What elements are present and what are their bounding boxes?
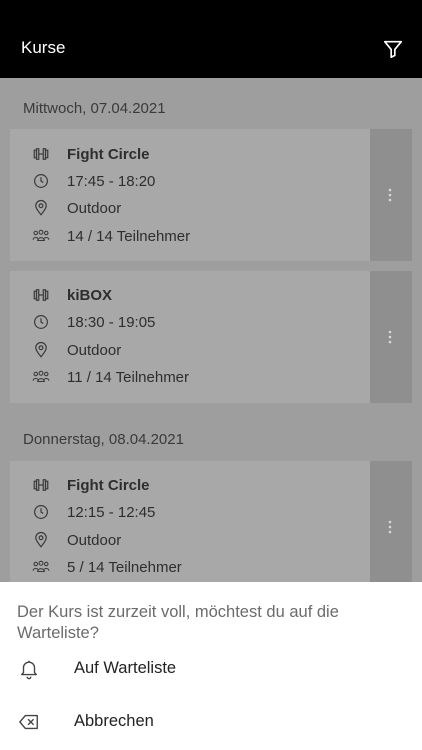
app-bar: Kurse [0, 0, 422, 78]
cancel-label: Abbrechen [74, 712, 154, 730]
location-pin-icon [35, 341, 47, 358]
more-vertical-icon [388, 520, 392, 534]
course-location: Outdoor [67, 532, 122, 549]
clock-icon [34, 174, 48, 188]
location-pin-icon [35, 531, 47, 548]
course-time: 12:15 - 12:45 [67, 504, 156, 521]
join-waitlist-button[interactable]: Auf Warteliste [0, 644, 422, 694]
clock-icon [34, 505, 48, 519]
clock-icon [34, 315, 48, 329]
date-header: Donnerstag, 08.04.2021 [23, 431, 184, 448]
course-name: Fight Circle [67, 477, 150, 494]
course-card[interactable]: Fight Circle 12:15 - 12:45 Outdoor 5 / 1… [10, 461, 412, 582]
more-options-button[interactable] [370, 129, 412, 261]
location-pin-icon [35, 199, 47, 216]
bell-icon [20, 660, 38, 680]
course-participants: 5 / 14 Teilnehmer [67, 559, 182, 576]
participants-icon [32, 229, 50, 242]
course-name: Fight Circle [67, 146, 150, 163]
participants-icon [32, 560, 50, 573]
dumbbell-icon [33, 289, 49, 301]
participants-icon [32, 370, 50, 383]
course-list: Mittwoch, 07.04.2021 Fight Circle 17:45 … [0, 78, 422, 582]
date-header: Mittwoch, 07.04.2021 [23, 100, 166, 117]
backspace-x-icon [19, 714, 38, 730]
course-participants: 11 / 14 Teilnehmer [67, 369, 190, 386]
more-options-button[interactable] [370, 271, 412, 403]
more-options-button[interactable] [370, 461, 412, 582]
cancel-button[interactable]: Abbrechen [0, 697, 422, 747]
dumbbell-icon [33, 479, 49, 491]
course-location: Outdoor [67, 342, 122, 359]
waitlist-bottom-sheet: Der Kurs ist zurzeit voll, möchtest du a… [0, 582, 422, 750]
join-waitlist-label: Auf Warteliste [74, 659, 177, 677]
course-time: 17:45 - 18:20 [67, 173, 156, 190]
sheet-message: Der Kurs ist zurzeit voll, möchtest du a… [17, 603, 339, 642]
page-title: Kurse [21, 38, 66, 57]
more-vertical-icon [388, 188, 392, 202]
more-vertical-icon [388, 330, 392, 344]
course-time: 18:30 - 19:05 [67, 314, 156, 331]
dumbbell-icon [33, 148, 49, 160]
filter-icon[interactable] [382, 38, 404, 60]
course-location: Outdoor [67, 200, 122, 217]
course-name: kiBOX [67, 287, 113, 304]
course-card[interactable]: kiBOX 18:30 - 19:05 Outdoor 11 / 14 Teil… [10, 271, 412, 403]
course-card[interactable]: Fight Circle 17:45 - 18:20 Outdoor 14 / … [10, 129, 412, 261]
course-participants: 14 / 14 Teilnehmer [67, 228, 191, 245]
